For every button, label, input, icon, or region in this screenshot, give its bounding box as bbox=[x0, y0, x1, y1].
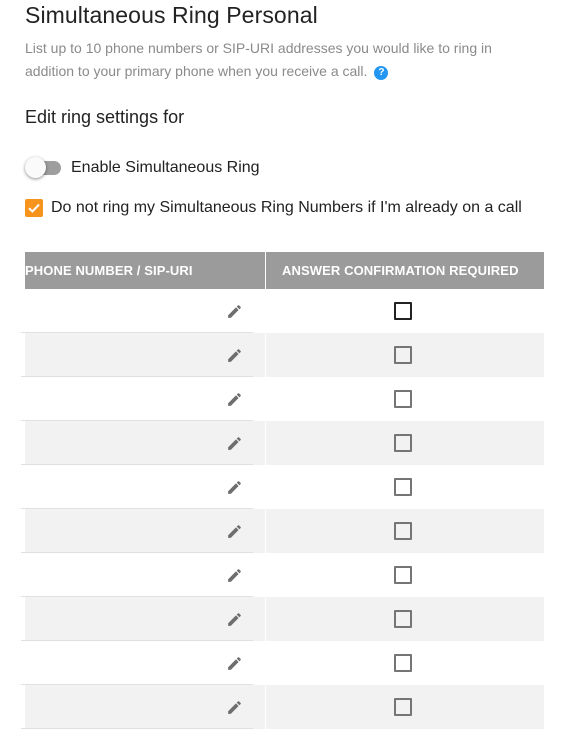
input-underline bbox=[21, 728, 253, 729]
enable-simultaneous-ring-toggle[interactable] bbox=[25, 156, 63, 180]
toggle-thumb bbox=[25, 157, 46, 178]
answer-confirmation-cell bbox=[266, 597, 544, 641]
answer-confirmation-checkbox[interactable] bbox=[394, 302, 412, 320]
table-row bbox=[21, 597, 544, 641]
answer-confirmation-cell bbox=[266, 465, 544, 509]
pencil-icon[interactable] bbox=[226, 347, 243, 364]
pencil-icon[interactable] bbox=[226, 435, 243, 452]
phone-number-cell[interactable] bbox=[21, 597, 266, 641]
do-not-ring-label: Do not ring my Simultaneous Ring Numbers… bbox=[51, 199, 522, 216]
table-row bbox=[21, 685, 544, 729]
answer-confirmation-checkbox[interactable] bbox=[394, 522, 412, 540]
phone-number-cell[interactable] bbox=[21, 685, 266, 729]
help-icon[interactable]: ? bbox=[374, 66, 389, 80]
answer-confirmation-cell bbox=[266, 685, 544, 729]
phone-number-cell[interactable] bbox=[21, 465, 266, 509]
answer-confirmation-cell bbox=[266, 553, 544, 597]
answer-confirmation-checkbox[interactable] bbox=[394, 390, 412, 408]
table-header: PHONE NUMBER / SIP-URI ANSWER CONFIRMATI… bbox=[25, 252, 544, 289]
answer-confirmation-cell bbox=[266, 333, 544, 377]
page-title: Simultaneous Ring Personal bbox=[25, 2, 318, 28]
table-row bbox=[21, 465, 544, 509]
phone-number-cell[interactable] bbox=[21, 289, 266, 333]
pencil-icon[interactable] bbox=[226, 523, 243, 540]
table-row bbox=[21, 289, 544, 333]
answer-confirmation-checkbox[interactable] bbox=[394, 654, 412, 672]
answer-confirmation-checkbox[interactable] bbox=[394, 434, 412, 452]
answer-confirmation-cell bbox=[266, 421, 544, 465]
check-icon bbox=[28, 203, 40, 213]
answer-confirmation-checkbox[interactable] bbox=[394, 566, 412, 584]
section-heading: Edit ring settings for bbox=[25, 107, 185, 127]
simultaneous-ring-table: PHONE NUMBER / SIP-URI ANSWER CONFIRMATI… bbox=[21, 252, 544, 729]
column-header-answer-confirmation: ANSWER CONFIRMATION REQUIRED bbox=[282, 263, 519, 278]
pencil-icon[interactable] bbox=[226, 479, 243, 496]
table-row bbox=[21, 641, 544, 685]
column-header-phone-number: PHONE NUMBER / SIP-URI bbox=[25, 252, 266, 289]
table-row bbox=[21, 553, 544, 597]
answer-confirmation-checkbox[interactable] bbox=[394, 346, 412, 364]
pencil-icon[interactable] bbox=[226, 699, 243, 716]
pencil-icon[interactable] bbox=[226, 611, 243, 628]
table-body bbox=[21, 289, 544, 729]
answer-confirmation-cell bbox=[266, 377, 544, 421]
table-row bbox=[21, 421, 544, 465]
answer-confirmation-cell bbox=[266, 289, 544, 333]
phone-number-cell[interactable] bbox=[21, 641, 266, 685]
enable-simultaneous-ring-label: Enable Simultaneous Ring bbox=[71, 159, 260, 176]
enable-simultaneous-ring-row: Enable Simultaneous Ring bbox=[25, 156, 260, 180]
do-not-ring-row: Do not ring my Simultaneous Ring Numbers… bbox=[25, 198, 522, 218]
answer-confirmation-checkbox[interactable] bbox=[394, 478, 412, 496]
do-not-ring-checkbox[interactable] bbox=[25, 199, 43, 217]
phone-number-cell[interactable] bbox=[21, 377, 266, 421]
phone-number-cell[interactable] bbox=[21, 421, 266, 465]
pencil-icon[interactable] bbox=[226, 655, 243, 672]
pencil-icon[interactable] bbox=[226, 303, 243, 320]
answer-confirmation-checkbox[interactable] bbox=[394, 610, 412, 628]
table-row bbox=[21, 333, 544, 377]
phone-number-cell[interactable] bbox=[21, 333, 266, 377]
table-row bbox=[21, 509, 544, 553]
table-row bbox=[21, 377, 544, 421]
page-description: List up to 10 phone numbers or SIP-URI a… bbox=[25, 37, 515, 83]
phone-number-cell[interactable] bbox=[21, 553, 266, 597]
description-text: List up to 10 phone numbers or SIP-URI a… bbox=[25, 40, 492, 79]
answer-confirmation-cell bbox=[266, 641, 544, 685]
pencil-icon[interactable] bbox=[226, 391, 243, 408]
answer-confirmation-checkbox[interactable] bbox=[394, 698, 412, 716]
phone-number-cell[interactable] bbox=[21, 509, 266, 553]
pencil-icon[interactable] bbox=[226, 567, 243, 584]
answer-confirmation-cell bbox=[266, 509, 544, 553]
